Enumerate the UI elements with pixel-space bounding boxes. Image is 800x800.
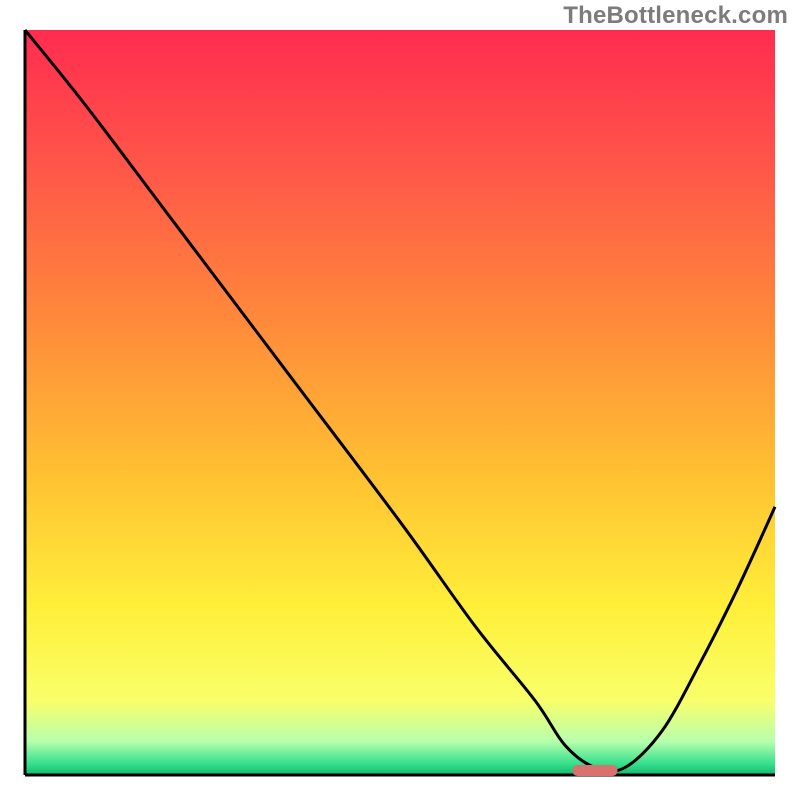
optimum-marker: [573, 765, 618, 776]
gradient-background: [25, 30, 775, 775]
chart-frame: TheBottleneck.com: [0, 0, 800, 800]
bottleneck-chart: [0, 0, 800, 800]
watermark-text: TheBottleneck.com: [563, 2, 788, 30]
